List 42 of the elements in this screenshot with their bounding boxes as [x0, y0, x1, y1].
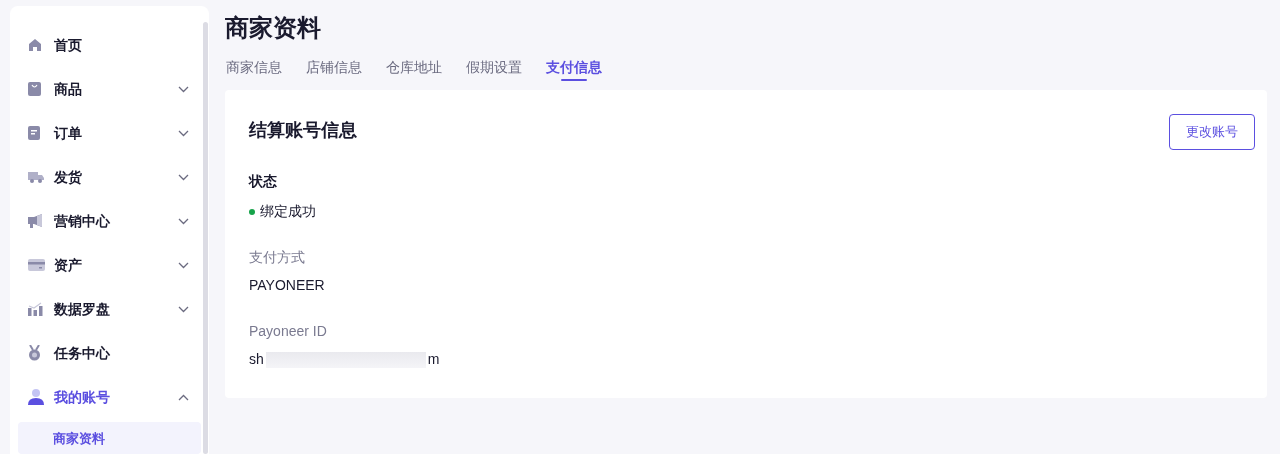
tab[interactable]: 店铺信息	[306, 57, 362, 81]
sidebar-item[interactable]: 首页	[10, 23, 209, 67]
sidebar-item[interactable]: 任务中心	[10, 331, 209, 375]
document-icon	[28, 126, 40, 140]
field-value: sh	[249, 350, 264, 369]
status-label: 状态	[249, 172, 277, 191]
field-value: m	[427, 350, 440, 369]
tab[interactable]: 商家信息	[226, 57, 282, 81]
scrollbar[interactable]	[203, 22, 208, 454]
sidebar-item[interactable]: 营销中心	[10, 199, 209, 243]
sidebar-item[interactable]: 商品	[10, 67, 209, 111]
field-label: Payoneer ID	[249, 322, 327, 341]
status-value: 绑定成功	[260, 202, 316, 221]
field-value: PAYONEER	[249, 276, 325, 295]
submenu-item[interactable]: 商家资料	[18, 422, 201, 454]
tab[interactable]: 假期设置	[466, 57, 522, 81]
chevron-up-icon	[178, 393, 189, 401]
chevron-down-icon	[178, 129, 189, 137]
chevron-down-icon	[178, 305, 189, 313]
tab[interactable]: 仓库地址	[386, 57, 442, 81]
sidebar-item[interactable]: 我的账号	[10, 375, 209, 419]
bag-icon	[28, 82, 41, 96]
change-account-button[interactable]: 更改账号	[1169, 114, 1255, 150]
bar-chart-icon	[28, 302, 43, 316]
chevron-down-icon	[178, 85, 189, 93]
home-icon	[28, 38, 42, 52]
card-title: 结算账号信息	[249, 119, 357, 142]
user-icon	[28, 389, 44, 405]
sidebar-item[interactable]: 发货	[10, 155, 209, 199]
chevron-down-icon	[178, 261, 189, 269]
chevron-down-icon	[178, 173, 189, 181]
page-title: 商家资料	[225, 13, 321, 43]
megaphone-icon	[28, 214, 43, 228]
sidebar-item[interactable]: 订单	[10, 111, 209, 155]
medal-icon	[28, 345, 41, 361]
tab[interactable]: 支付信息	[546, 57, 602, 81]
sidebar-item[interactable]: 数据罗盘	[10, 287, 209, 331]
sidebar-item[interactable]: 资产	[10, 243, 209, 287]
field-label: 支付方式	[249, 248, 305, 267]
truck-icon	[28, 171, 44, 183]
chevron-down-icon	[178, 217, 189, 225]
card-icon	[28, 259, 45, 271]
